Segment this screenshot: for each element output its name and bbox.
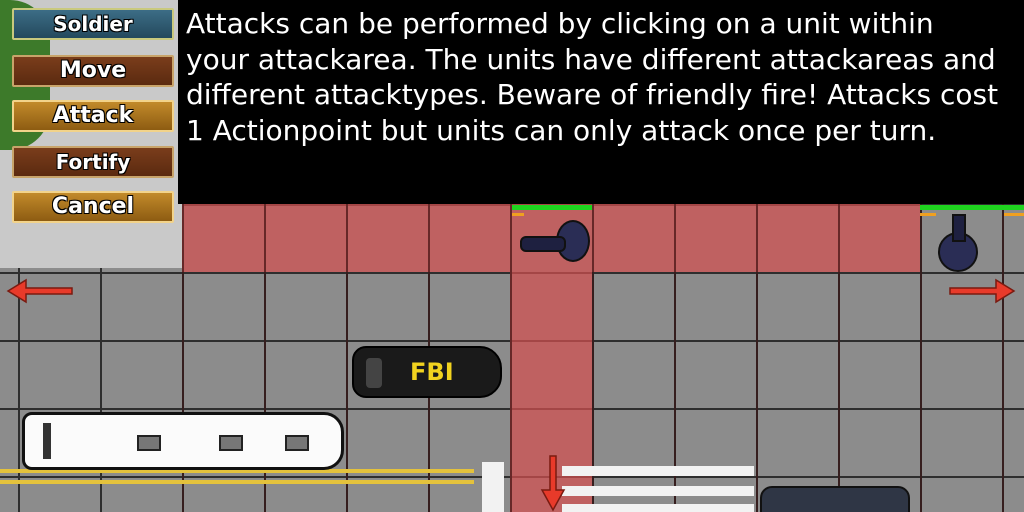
tooltip-text: Attacks can be performed by clicking on … [186, 7, 999, 147]
move-button[interactable]: Move [12, 55, 174, 87]
enemy-action-points [1004, 213, 1024, 216]
fortify-button[interactable]: Fortify [12, 146, 174, 178]
enemy-health-bar [920, 205, 1024, 210]
unit-health-bar [512, 205, 592, 210]
scroll-right-arrow-icon[interactable] [946, 276, 1016, 306]
dark-vehicle[interactable] [760, 486, 910, 512]
bus[interactable] [22, 412, 344, 470]
soldier-unit[interactable] [516, 214, 590, 270]
crosswalk-stripe [482, 462, 504, 512]
crosswalk-stripe [562, 486, 754, 496]
enemy-action-points [920, 213, 936, 216]
unit-title: Soldier [12, 8, 174, 40]
game-map[interactable]: FBI Attacks can be performed by clicking… [0, 0, 1024, 512]
enemy-unit[interactable] [934, 212, 986, 272]
lane-marking [0, 480, 474, 484]
scroll-down-arrow-icon[interactable] [538, 452, 568, 512]
crosswalk-stripe [562, 504, 754, 512]
crosswalk-stripe [562, 466, 754, 476]
scroll-left-arrow-icon[interactable] [6, 276, 76, 306]
unit-action-points [512, 213, 524, 216]
fbi-car[interactable]: FBI [352, 346, 502, 398]
cancel-button[interactable]: Cancel [12, 191, 174, 223]
fbi-label: FBI [410, 358, 454, 386]
attack-button[interactable]: Attack [12, 100, 174, 132]
tutorial-tooltip: Attacks can be performed by clicking on … [178, 0, 1024, 204]
